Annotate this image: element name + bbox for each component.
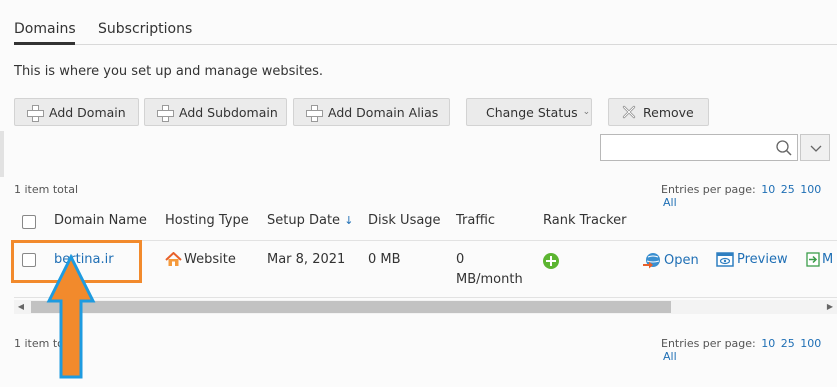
change-status-button[interactable]: Change Status ⌄ [466, 98, 592, 126]
remove-button[interactable]: Remove [608, 98, 709, 126]
traffic-unit: MB/month [456, 272, 523, 287]
entries-option-all[interactable]: All [663, 196, 677, 209]
more-action[interactable]: M [806, 252, 833, 267]
tab-subscriptions[interactable]: Subscriptions [98, 21, 192, 37]
add-domain-alias-button[interactable]: Add Domain Alias [293, 98, 450, 126]
entries-per-page-label: Entries per page: [661, 183, 756, 196]
entries-option-10[interactable]: 10 [761, 337, 775, 350]
scroll-left-icon[interactable]: ◀ [14, 300, 28, 314]
entries-option-100[interactable]: 100 [800, 337, 821, 350]
preview-label: Preview [737, 252, 788, 267]
chevron-down-icon [810, 145, 822, 152]
entries-option-100[interactable]: 100 [800, 183, 821, 196]
remove-label: Remove [643, 104, 694, 120]
column-disk-usage[interactable]: Disk Usage [368, 213, 441, 228]
column-setup-date-label: Setup Date [267, 213, 341, 228]
add-domain-alias-label: Add Domain Alias [328, 104, 439, 120]
search-input[interactable] [600, 134, 798, 161]
scrollbar-thumb[interactable] [31, 301, 671, 313]
plus-icon [306, 104, 323, 122]
hosting-type-cell: Website [165, 252, 236, 267]
entries-per-page-bottom: Entries per page: 10 25 100 All [661, 337, 837, 363]
entries-per-page: Entries per page: 10 25 100 All [661, 183, 837, 209]
add-domain-button[interactable]: Add Domain [14, 98, 139, 126]
column-domain-name[interactable]: Domain Name [54, 213, 147, 228]
tab-domains[interactable]: Domains [14, 21, 76, 37]
column-traffic[interactable]: Traffic [456, 213, 495, 228]
column-hosting-type[interactable]: Hosting Type [165, 213, 249, 228]
entries-option-25[interactable]: 25 [781, 183, 795, 196]
filter-toggle-button[interactable] [800, 134, 830, 161]
preview-icon [716, 252, 734, 267]
entries-option-10[interactable]: 10 [761, 183, 775, 196]
preview-action[interactable]: Preview [716, 252, 788, 267]
hosting-type-value: Website [184, 252, 236, 267]
scroll-right-icon[interactable]: ▶ [823, 300, 837, 314]
open-action[interactable]: Open [643, 252, 699, 269]
move-icon [806, 252, 820, 267]
sidebar-edge [0, 131, 4, 177]
house-icon [165, 252, 182, 266]
page-intro-text: This is where you set up and manage webs… [14, 64, 323, 79]
entries-option-all[interactable]: All [663, 350, 677, 363]
more-label: M [822, 252, 834, 267]
sort-desc-icon: ↓ [344, 214, 354, 227]
search-icon[interactable] [775, 139, 793, 157]
add-subdomain-label: Add Subdomain [179, 104, 278, 120]
column-rank-tracker[interactable]: Rank Tracker [543, 213, 627, 228]
plus-icon [157, 104, 174, 122]
globe-arrow-icon [643, 253, 660, 269]
plus-icon [27, 104, 44, 122]
select-all-checkbox[interactable] [22, 215, 36, 229]
change-status-label: Change Status [486, 104, 578, 120]
add-rank-tracker-icon[interactable] [543, 253, 559, 269]
row-divider [14, 297, 837, 298]
items-total: 1 item total [14, 183, 78, 196]
disk-usage-cell: 0 MB [368, 252, 401, 267]
entries-per-page-label: Entries per page: [661, 337, 756, 350]
entries-option-25[interactable]: 25 [781, 337, 795, 350]
remove-icon [622, 105, 636, 119]
up-arrow-icon [46, 254, 96, 379]
tabs-divider [14, 44, 837, 45]
add-domain-label: Add Domain [49, 104, 126, 120]
setup-date-cell: Mar 8, 2021 [267, 252, 346, 267]
chevron-down-icon: ⌄ [582, 107, 591, 117]
traffic-value: 0 [456, 252, 465, 267]
column-setup-date[interactable]: Setup Date ↓ [267, 213, 353, 228]
add-subdomain-button[interactable]: Add Subdomain [144, 98, 287, 126]
active-tab-indicator [14, 42, 75, 45]
open-label: Open [664, 253, 699, 268]
